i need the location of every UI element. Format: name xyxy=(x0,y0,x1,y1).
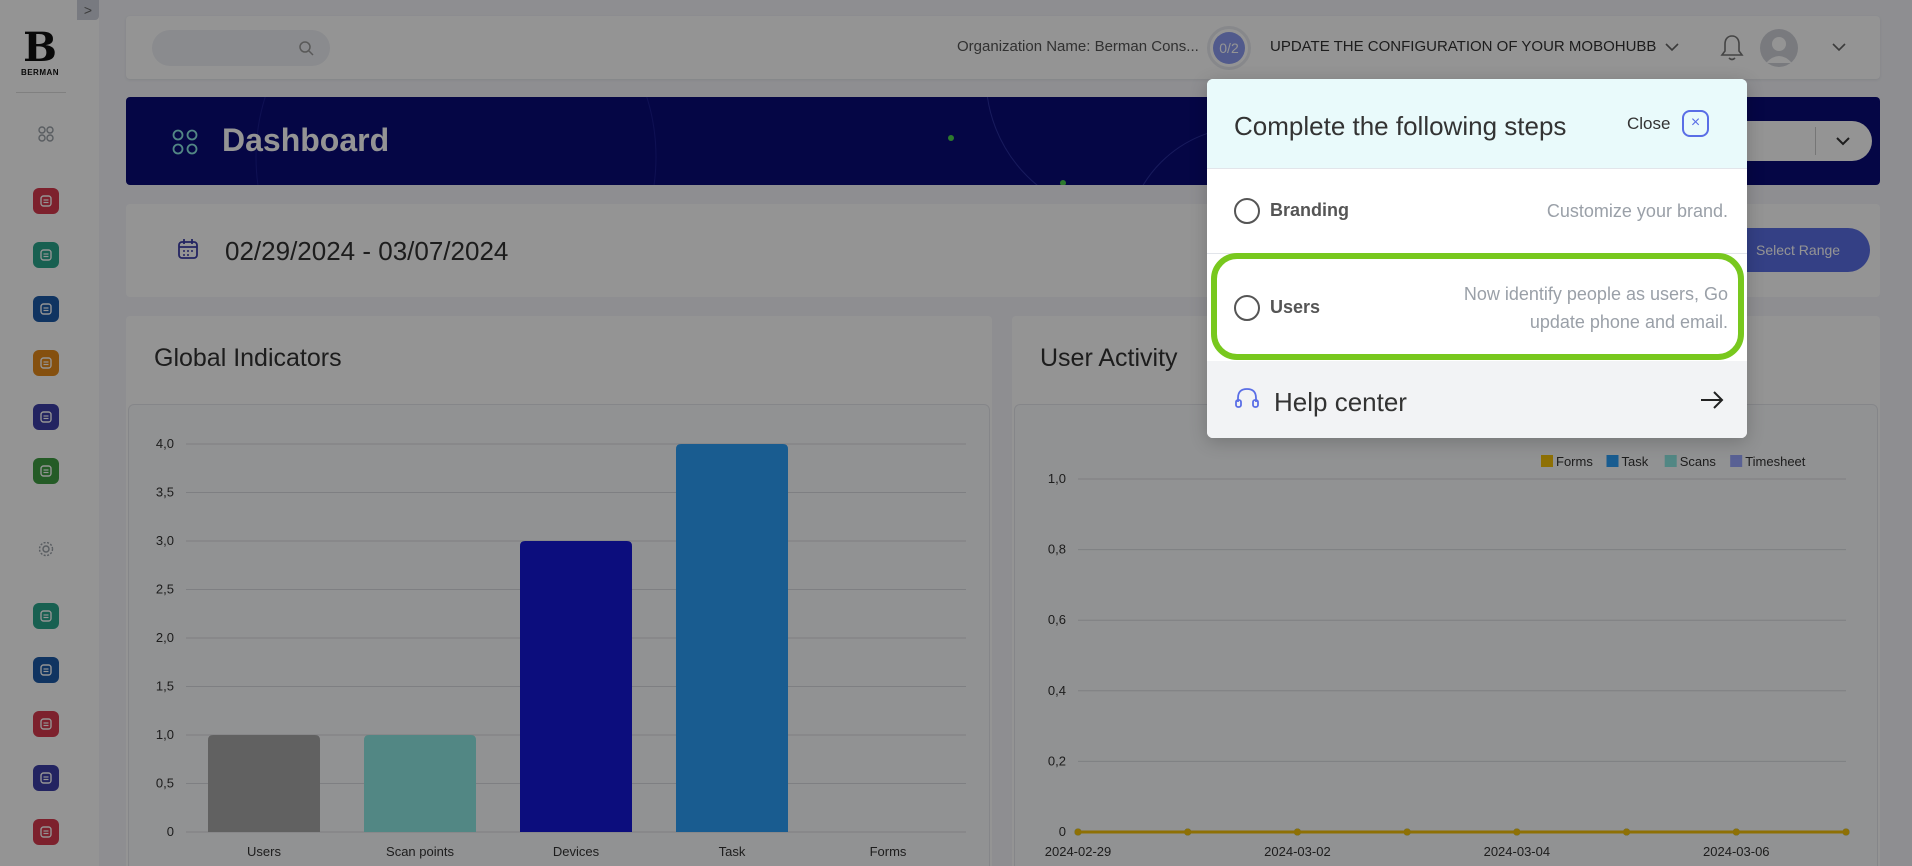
popup-title: Complete the following steps xyxy=(1234,111,1567,141)
close-icon[interactable]: × xyxy=(1682,110,1709,137)
step-radio[interactable] xyxy=(1234,198,1260,224)
help-center-label: Help center xyxy=(1274,387,1407,417)
help-center-link[interactable]: Help center xyxy=(1207,361,1747,438)
setup-steps-popup: Complete the following steps Close × Bra… xyxy=(1207,79,1747,438)
close-label[interactable]: Close xyxy=(1627,114,1670,134)
step-branding[interactable]: Branding Customize your brand. xyxy=(1207,168,1747,253)
popup-header: Complete the following steps Close × xyxy=(1207,79,1747,168)
arrow-right-icon xyxy=(1701,391,1724,409)
step-label: Branding xyxy=(1270,200,1349,220)
step-description: Customize your brand. xyxy=(1546,201,1728,221)
step-highlight-frame xyxy=(1211,253,1744,360)
headset-icon xyxy=(1235,388,1259,408)
